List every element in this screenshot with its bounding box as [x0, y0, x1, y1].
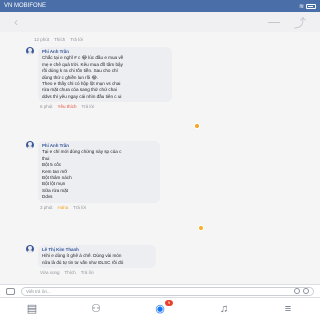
input-icons	[294, 288, 309, 294]
emoji-icon[interactable]	[303, 288, 309, 294]
carrier-label: VN MOBIFONE	[4, 3, 47, 9]
wifi-icon: ≋	[298, 3, 304, 10]
comment-bubble: Phi Anh Trần Chắc tại e nghĩ # c 😂 lúc đ…	[38, 47, 172, 103]
battery-icon	[306, 3, 316, 9]
love-reaction-link[interactable]: Yêu thích	[58, 104, 77, 109]
camera-icon[interactable]	[6, 287, 15, 295]
like-link[interactable]: Thích	[65, 270, 76, 275]
comment-item: Phi Anh Trần Chắc tại e nghĩ # c 😂 lúc đ…	[26, 47, 200, 129]
comment-bubble: Phi Anh Trần Tại e chỉ mới dùng chừng nà…	[38, 141, 160, 203]
reply-link[interactable]: Trả lời	[81, 270, 94, 275]
reaction-icon[interactable]	[198, 225, 204, 231]
reaction-icon[interactable]	[194, 123, 200, 129]
status-icons: ≋	[299, 3, 316, 10]
comment-meta: Vừa xong Thích Trả lời	[40, 270, 156, 275]
reply-link[interactable]: Trả lời	[70, 37, 83, 42]
reply-input-bar: Viết trả lời...	[0, 284, 320, 297]
comment-line: Ddvs	[42, 194, 53, 200]
news-feed-icon[interactable]: ▤	[25, 303, 39, 315]
messenger-icon[interactable]: ◉ 9	[153, 300, 173, 315]
share-icon[interactable]: ⤴	[294, 14, 306, 31]
comment-content: Phi Anh Trần Chắc tại e nghĩ # c 😂 lúc đ…	[38, 47, 172, 109]
comment-item: Phi Anh Trần Tại e chỉ mới dùng chừng nà…	[26, 141, 204, 231]
like-link[interactable]: Thích	[54, 37, 65, 42]
top-bar: ‹ ⤴	[0, 12, 320, 32]
messenger-badge: 9	[165, 300, 173, 306]
comment-time: Vừa xong	[40, 270, 60, 276]
comment-time: 3 phút	[40, 204, 53, 210]
gif-icon[interactable]	[294, 288, 300, 294]
comment-content: Lê Thị Kim Thanh Hihi e dùng ít ghê à ch…	[38, 245, 156, 275]
bottom-nav: ▤ ⚇ ◉ 9 ♫ ≡	[0, 297, 320, 320]
more-icon[interactable]	[267, 21, 280, 23]
notifications-icon[interactable]: ♫	[217, 303, 231, 315]
comment-time: 12 phút	[34, 37, 50, 42]
friends-icon[interactable]: ⚇	[89, 303, 103, 315]
status-bar: VN MOBIFONE ≋	[0, 0, 320, 12]
comment-meta: 12 phút Thích Trả lời	[34, 37, 83, 42]
haha-reaction-link[interactable]: Haha	[58, 205, 69, 210]
reply-link[interactable]: Trả lời	[82, 104, 95, 109]
reply-input[interactable]: Viết trả lời...	[21, 286, 314, 296]
top-bar-icons: ⤴	[267, 14, 306, 31]
menu-icon[interactable]: ≡	[281, 303, 295, 315]
comment-meta: 6 phút Yêu thích Trả lời	[40, 104, 172, 109]
reply-link[interactable]: Trả lời	[73, 205, 86, 210]
avatar[interactable]	[26, 47, 34, 55]
reply-input-placeholder: Viết trả lời...	[26, 288, 51, 294]
avatar[interactable]	[26, 245, 34, 253]
comment-time: 6 phút	[40, 104, 53, 110]
comment-item: Lê Thị Kim Thanh Hihi e dùng ít ghê à ch…	[26, 245, 156, 275]
comment-line: ddvs thì yêu ngay cái nhìn đầu tiên c ui	[42, 93, 122, 99]
comment-line: nữa là đủ tự tin tư vấn như ĐLSC rồi đó	[42, 259, 124, 265]
comment-bubble: Lê Thị Kim Thanh Hihi e dùng ít ghê à ch…	[38, 245, 156, 269]
comment-meta: 3 phút Haha Trả lời	[40, 205, 160, 210]
avatar[interactable]	[26, 141, 34, 149]
comment-content: Phi Anh Trần Tại e chỉ mới dùng chừng nà…	[38, 141, 160, 210]
back-icon[interactable]: ‹	[14, 15, 18, 29]
